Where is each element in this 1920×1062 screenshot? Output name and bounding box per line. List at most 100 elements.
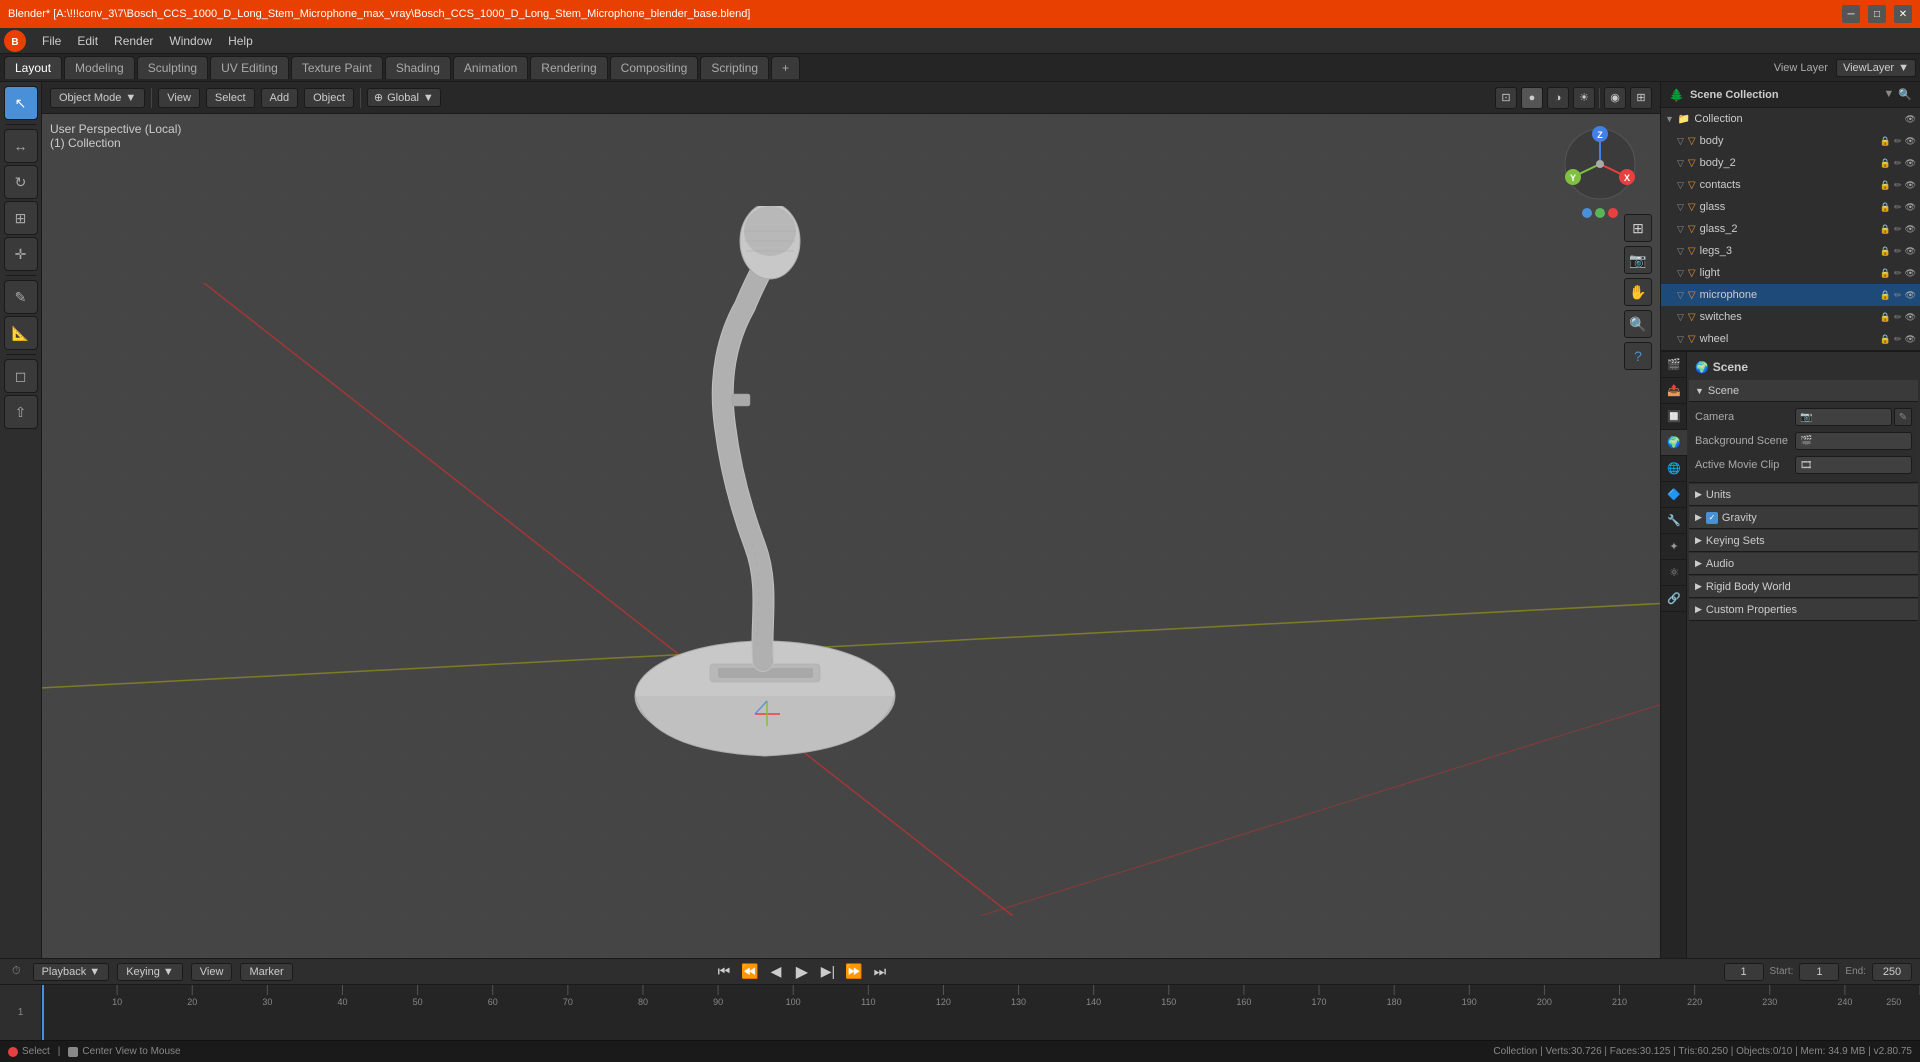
jump-end-btn[interactable]: ⏭	[869, 961, 891, 983]
props-tab-view-layer[interactable]: 🔲	[1661, 404, 1687, 430]
menu-file[interactable]: File	[34, 31, 69, 51]
props-tab-physics[interactable]: ⚛	[1661, 560, 1687, 586]
movie-clip-value[interactable]: 🎞	[1795, 456, 1912, 474]
props-tab-render[interactable]: 🎬	[1661, 352, 1687, 378]
props-tab-scene[interactable]: 🌍	[1661, 430, 1687, 456]
tool-measure[interactable]: 📐	[4, 316, 38, 350]
solid-btn[interactable]: ●	[1521, 87, 1543, 109]
play-btn[interactable]: ▶	[791, 961, 813, 983]
props-tab-constraints[interactable]: 🔗	[1661, 586, 1687, 612]
camera-value[interactable]: 📷	[1795, 408, 1892, 426]
material-btn[interactable]: ◑	[1547, 87, 1569, 109]
next-frame-btn[interactable]: ▶|	[817, 961, 839, 983]
scene-section-header[interactable]: ▼ Scene	[1689, 380, 1918, 402]
viewport-canvas[interactable]: User Perspective (Local) (1) Collection	[42, 114, 1660, 958]
start-frame-field[interactable]: 1	[1799, 963, 1839, 981]
wireframe-btn[interactable]: ⊡	[1495, 87, 1517, 109]
props-tab-output[interactable]: 📤	[1661, 378, 1687, 404]
tool-transform[interactable]: ✛	[4, 237, 38, 271]
maximize-button[interactable]: □	[1868, 5, 1886, 23]
step-back-btn[interactable]: ⏪	[739, 961, 761, 983]
outliner-filter-btn[interactable]: ▼	[1883, 88, 1894, 101]
object-mode-btn[interactable]: Object Mode ▼	[50, 88, 145, 108]
gravity-section-header[interactable]: ▶ ✓ Gravity	[1689, 507, 1918, 529]
dot-blue[interactable]	[1582, 208, 1592, 218]
units-section-header[interactable]: ▶ Units	[1689, 484, 1918, 506]
view-btn[interactable]: View	[191, 963, 233, 981]
tab-shading[interactable]: Shading	[385, 56, 451, 79]
tab-animation[interactable]: Animation	[453, 56, 528, 79]
menu-render[interactable]: Render	[106, 31, 161, 51]
add-menu-btn[interactable]: Add	[261, 88, 299, 108]
jump-start-btn[interactable]: ⏮	[713, 961, 735, 983]
custom-props-section-header[interactable]: ▶ Custom Properties	[1689, 599, 1918, 621]
viewport-tool-4[interactable]: 🔍	[1624, 310, 1652, 338]
gravity-checkbox[interactable]: ✓	[1706, 512, 1718, 524]
navigation-gizmo[interactable]: Z X Y	[1560, 124, 1640, 204]
outliner-item-light[interactable]: ▽ ▽ light 🔒 ✏ 👁	[1661, 262, 1920, 284]
tab-texture-paint[interactable]: Texture Paint	[291, 56, 383, 79]
outliner-item-microphone[interactable]: ▽ ▽ microphone 🔒 ✏ 👁	[1661, 284, 1920, 306]
timeline-icon[interactable]: ⏱	[8, 963, 25, 980]
playback-btn[interactable]: Playback ▼	[33, 963, 110, 981]
xray-btn[interactable]: ⊞	[1630, 87, 1652, 109]
tool-annotate[interactable]: ✎	[4, 280, 38, 314]
overlay-btn[interactable]: ◉	[1604, 87, 1626, 109]
viewport-tool-2[interactable]: 📷	[1624, 246, 1652, 274]
tab-rendering[interactable]: Rendering	[530, 56, 607, 79]
viewport[interactable]: Object Mode ▼ View Select Add Object ⊕ G…	[42, 82, 1660, 958]
view-layer-select[interactable]: ViewLayer ▼	[1836, 59, 1916, 77]
keying-section-header[interactable]: ▶ Keying Sets	[1689, 530, 1918, 552]
rigid-body-section-header[interactable]: ▶ Rigid Body World	[1689, 576, 1918, 598]
tab-layout[interactable]: Layout	[4, 56, 62, 79]
timeline-track[interactable]: 1 10 20 30 40 50 60 70	[0, 985, 1920, 1040]
tool-select[interactable]: ↖	[4, 86, 38, 120]
outliner-item-glass[interactable]: ▽ ▽ glass 🔒 ✏ 👁	[1661, 196, 1920, 218]
outliner-item-contacts[interactable]: ▽ ▽ contacts 🔒 ✏ 👁	[1661, 174, 1920, 196]
dot-green[interactable]	[1595, 208, 1605, 218]
tool-move[interactable]: ↔	[4, 129, 38, 163]
tab-compositing[interactable]: Compositing	[610, 56, 699, 79]
viewport-tool-3[interactable]: ✋	[1624, 278, 1652, 306]
outliner-item-switches[interactable]: ▽ ▽ switches 🔒 ✏ 👁	[1661, 306, 1920, 328]
menu-help[interactable]: Help	[220, 31, 261, 51]
outliner-item-body[interactable]: ▽ ▽ body 🔒 ✏ 👁	[1661, 130, 1920, 152]
end-frame-field[interactable]: 250	[1872, 963, 1912, 981]
outliner-item-body2[interactable]: ▽ ▽ body_2 🔒 ✏ 👁	[1661, 152, 1920, 174]
viewport-tool-5[interactable]: ?	[1624, 342, 1652, 370]
viewport-tool-1[interactable]: ⊞	[1624, 214, 1652, 242]
current-frame-field[interactable]: 1	[1724, 963, 1764, 981]
object-menu-btn[interactable]: Object	[304, 88, 354, 108]
close-button[interactable]: ✕	[1894, 5, 1912, 23]
minimize-button[interactable]: ─	[1842, 5, 1860, 23]
tool-extrude[interactable]: ⇧	[4, 395, 38, 429]
camera-edit-btn[interactable]: ✎	[1894, 408, 1912, 426]
outliner-search-btn[interactable]: 🔍	[1898, 88, 1912, 101]
tool-scale[interactable]: ⊞	[4, 201, 38, 235]
tool-rotate[interactable]: ↻	[4, 165, 38, 199]
tab-sculpting[interactable]: Sculpting	[137, 56, 208, 79]
props-tab-particles[interactable]: ✦	[1661, 534, 1687, 560]
prev-frame-btn[interactable]: ◀	[765, 961, 787, 983]
props-tab-world[interactable]: 🌐	[1661, 456, 1687, 482]
blender-logo[interactable]: B	[4, 30, 26, 52]
tab-uv-editing[interactable]: UV Editing	[210, 56, 289, 79]
keying-btn[interactable]: Keying ▼	[117, 963, 183, 981]
tab-modeling[interactable]: Modeling	[64, 56, 135, 79]
rendered-btn[interactable]: ☀	[1573, 87, 1595, 109]
menu-edit[interactable]: Edit	[69, 31, 106, 51]
props-tab-object[interactable]: 🔷	[1661, 482, 1687, 508]
outliner-item-glass2[interactable]: ▽ ▽ glass_2 🔒 ✏ 👁	[1661, 218, 1920, 240]
outliner-item-legs[interactable]: ▽ ▽ legs_3 🔒 ✏ 👁	[1661, 240, 1920, 262]
audio-section-header[interactable]: ▶ Audio	[1689, 553, 1918, 575]
menu-window[interactable]: Window	[161, 31, 220, 51]
step-fwd-btn[interactable]: ⏩	[843, 961, 865, 983]
tab-scripting[interactable]: Scripting	[700, 56, 769, 79]
bg-scene-value[interactable]: 🎬	[1795, 432, 1912, 450]
global-local-toggle[interactable]: ⊕ Global ▼	[367, 88, 441, 107]
dot-red[interactable]	[1608, 208, 1618, 218]
tool-add-cube[interactable]: ◻	[4, 359, 38, 393]
props-tab-modifier[interactable]: 🔧	[1661, 508, 1687, 534]
marker-btn[interactable]: Marker	[240, 963, 292, 981]
outliner-item-wheel[interactable]: ▽ ▽ wheel 🔒 ✏ 👁	[1661, 328, 1920, 350]
